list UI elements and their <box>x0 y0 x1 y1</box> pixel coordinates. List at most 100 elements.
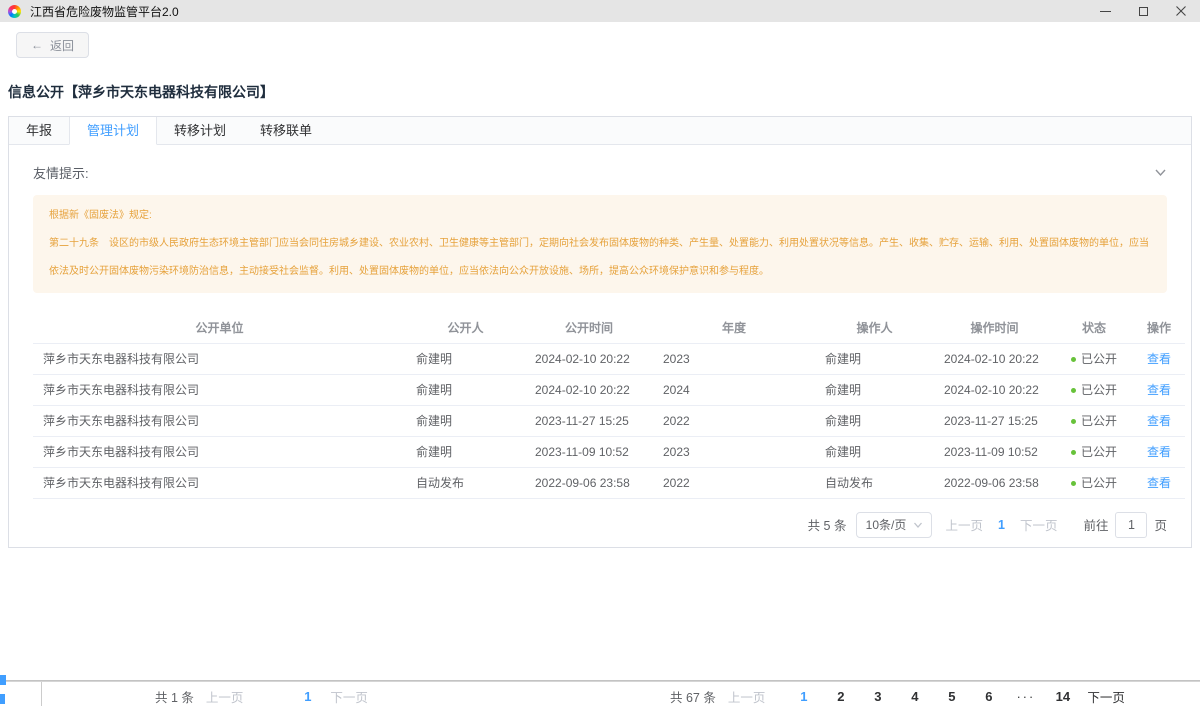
green-dot-icon <box>1071 419 1076 424</box>
cell-year: 2022 <box>653 405 815 436</box>
next-page-button[interactable]: 下一页 <box>1087 687 1125 706</box>
cell-publish-time: 2022-09-06 23:58 <box>525 467 653 498</box>
page-number[interactable]: 2 <box>827 689 855 704</box>
cell-action: 查看 <box>1133 374 1185 405</box>
page-number[interactable]: 6 <box>975 689 1003 704</box>
cell-unit: 萍乡市天东电器科技有限公司 <box>33 374 406 405</box>
goto-page-input[interactable] <box>1115 512 1147 538</box>
col-header-op-time: 操作时间 <box>934 313 1055 343</box>
regulation-notice-box: 根据新《固废法》规定: 第二十九条 设区的市级人民政府生态环境主管部门应当会同住… <box>33 195 1167 293</box>
cell-publish-time: 2024-02-10 20:22 <box>525 343 653 374</box>
prev-page-button[interactable]: 上一页 <box>728 687 766 706</box>
current-page-number[interactable]: 1 <box>294 689 322 704</box>
page-number[interactable]: 4 <box>901 689 929 704</box>
page-number[interactable]: 1 <box>790 689 818 704</box>
pagination-total: 共 67 条 <box>670 687 716 706</box>
col-header-operator: 操作人 <box>815 313 934 343</box>
chevron-down-icon[interactable] <box>1154 166 1167 179</box>
cell-op-time: 2022-09-06 23:58 <box>934 467 1055 498</box>
cell-op-time: 2023-11-09 10:52 <box>934 436 1055 467</box>
bottom-divider <box>0 680 1200 682</box>
green-dot-icon <box>1071 388 1076 393</box>
tab-bar-filler <box>329 117 1191 145</box>
tab-annual-report[interactable]: 年报 <box>9 117 69 145</box>
notice-body: 第二十九条 设区的市级人民政府生态环境主管部门应当会同住房城乡建设、农业农村、卫… <box>49 230 1151 286</box>
cell-discloser: 自动发布 <box>406 467 525 498</box>
cell-op-time: 2024-02-10 20:22 <box>934 374 1055 405</box>
next-page-button[interactable]: 下一页 <box>330 687 368 706</box>
tab-transfer-manifest[interactable]: 转移联单 <box>243 117 329 145</box>
cell-status: 已公开 <box>1055 436 1133 467</box>
status-text: 已公开 <box>1081 383 1117 397</box>
col-header-status: 状态 <box>1055 313 1133 343</box>
table-pagination: 共 5 条 10条/页 上一页 1 下一页 前往 页 <box>33 511 1167 539</box>
cell-unit: 萍乡市天东电器科技有限公司 <box>33 343 406 374</box>
goto-unit-label: 页 <box>1154 515 1167 534</box>
table-row: 萍乡市天东电器科技有限公司 自动发布 2022-09-06 23:58 2022… <box>33 467 1185 498</box>
maximize-icon <box>1139 7 1148 16</box>
minimize-button[interactable] <box>1086 0 1124 22</box>
page-number[interactable]: 3 <box>864 689 892 704</box>
status-text: 已公开 <box>1081 352 1117 366</box>
next-page-button[interactable]: 下一页 <box>1020 515 1058 534</box>
cell-status: 已公开 <box>1055 405 1133 436</box>
prev-page-button[interactable]: 上一页 <box>206 687 244 706</box>
view-link[interactable]: 查看 <box>1147 352 1171 366</box>
notice-label: 友情提示: <box>33 163 89 182</box>
cell-year: 2023 <box>653 343 815 374</box>
back-arrow-icon: ← <box>31 38 43 52</box>
cell-operator: 俞建明 <box>815 405 934 436</box>
back-button[interactable]: ← 返回 <box>16 32 89 58</box>
table-header-row: 公开单位 公开人 公开时间 年度 操作人 操作时间 状态 操作 <box>33 313 1185 343</box>
cell-action: 查看 <box>1133 405 1185 436</box>
disclosure-table: 公开单位 公开人 公开时间 年度 操作人 操作时间 状态 操作 萍乡市天东电器科… <box>33 313 1185 499</box>
green-dot-icon <box>1071 450 1076 455</box>
current-page-number[interactable]: 1 <box>998 518 1005 532</box>
page-size-select[interactable]: 10条/页 <box>856 512 932 538</box>
bottom-right-pagination: 共 67 条 上一页 1 2 3 4 5 6 ··· 14 下一页 <box>670 687 1125 706</box>
view-link[interactable]: 查看 <box>1147 445 1171 459</box>
cell-publish-time: 2023-11-09 10:52 <box>525 436 653 467</box>
cell-action: 查看 <box>1133 343 1185 374</box>
prev-page-button[interactable]: 上一页 <box>945 515 983 534</box>
cell-operator: 俞建明 <box>815 374 934 405</box>
cell-year: 2023 <box>653 436 815 467</box>
page-number[interactable]: 5 <box>938 689 966 704</box>
maximize-button[interactable] <box>1124 0 1162 22</box>
clipped-blue-element <box>0 675 6 685</box>
cell-publish-time: 2024-02-10 20:22 <box>525 374 653 405</box>
view-link[interactable]: 查看 <box>1147 414 1171 428</box>
green-dot-icon <box>1071 357 1076 362</box>
view-link[interactable]: 查看 <box>1147 383 1171 397</box>
clipped-blue-element <box>0 694 5 704</box>
col-header-unit: 公开单位 <box>33 313 406 343</box>
tab-management-plan[interactable]: 管理计划 <box>69 117 157 145</box>
view-link[interactable]: 查看 <box>1147 476 1171 490</box>
close-button[interactable] <box>1162 0 1200 22</box>
col-header-action: 操作 <box>1133 313 1185 343</box>
chevron-down-icon <box>913 520 923 530</box>
cell-unit: 萍乡市天东电器科技有限公司 <box>33 467 406 498</box>
table-row: 萍乡市天东电器科技有限公司 俞建明 2023-11-27 15:25 2022 … <box>33 405 1185 436</box>
tab-transfer-plan[interactable]: 转移计划 <box>157 117 243 145</box>
tab-card: 年报 管理计划 转移计划 转移联单 友情提示: 根据新《固废法》规定: 第二十九… <box>8 116 1192 548</box>
goto-label: 前往 <box>1083 515 1108 534</box>
cell-operator: 自动发布 <box>815 467 934 498</box>
more-pages-icon[interactable]: ··· <box>1012 690 1040 704</box>
bottom-left-pagination: 共 1 条 上一页 1 下一页 <box>155 687 368 706</box>
col-header-year: 年度 <box>653 313 815 343</box>
page-size-value: 10条/页 <box>866 516 907 533</box>
tab-bar: 年报 管理计划 转移计划 转移联单 <box>9 117 1191 145</box>
cell-discloser: 俞建明 <box>406 374 525 405</box>
bottom-vertical-divider <box>41 682 42 706</box>
cell-unit: 萍乡市天东电器科技有限公司 <box>33 405 406 436</box>
cell-operator: 俞建明 <box>815 343 934 374</box>
cell-action: 查看 <box>1133 467 1185 498</box>
app-logo-icon <box>8 5 21 18</box>
status-text: 已公开 <box>1081 414 1117 428</box>
status-text: 已公开 <box>1081 445 1117 459</box>
col-header-discloser: 公开人 <box>406 313 525 343</box>
page-number[interactable]: 14 <box>1049 689 1077 704</box>
table-row: 萍乡市天东电器科技有限公司 俞建明 2023-11-09 10:52 2023 … <box>33 436 1185 467</box>
main-content: ← 返回 信息公开【萍乡市天东电器科技有限公司】 年报 管理计划 转移计划 转移… <box>0 22 1200 548</box>
